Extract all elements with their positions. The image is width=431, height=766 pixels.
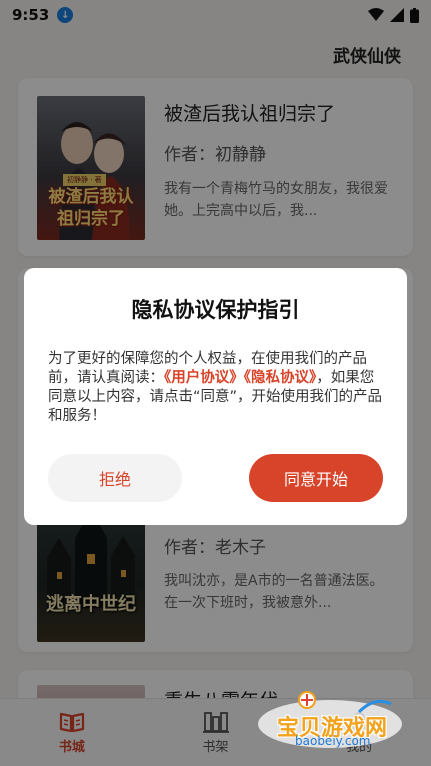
watermark-logo: 宝贝游戏网 baobeiy.com <box>255 690 405 750</box>
user-agreement-link[interactable]: 《用户协议》 <box>164 370 244 386</box>
agree-button[interactable]: 同意开始 <box>249 454 383 502</box>
dialog-title: 隐私协议保护指引 <box>131 298 300 322</box>
privacy-dialog: 隐私协议保护指引 为了更好的保障您的个人权益，在使用我们的产品前，请认真阅读：《… <box>24 268 407 525</box>
reject-button[interactable]: 拒绝 <box>48 454 182 502</box>
dialog-body: 为了更好的保障您的个人权益，在使用我们的产品前，请认真阅读：《用户协议》《隐私协… <box>48 350 388 426</box>
privacy-policy-link[interactable]: 《隐私协议》 <box>244 370 317 386</box>
watermark-url: baobeiy.com <box>295 734 371 748</box>
